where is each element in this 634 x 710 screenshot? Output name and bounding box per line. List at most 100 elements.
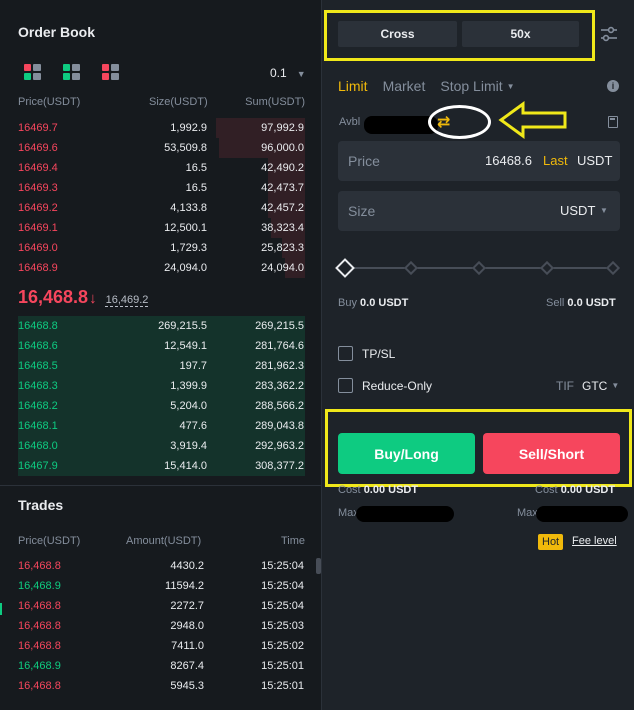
cell-sum: 25,823.3 <box>261 242 304 254</box>
trade-row[interactable]: 16,468.8 5945.3 15:25:01 <box>0 676 321 696</box>
tab-stop-limit-label: Stop Limit <box>440 78 503 94</box>
cell-price: 16468.8 <box>18 320 58 332</box>
margin-mode-button[interactable]: Cross <box>338 21 457 47</box>
calculator-icon[interactable] <box>608 116 618 128</box>
chevron-down-icon: ▼ <box>611 381 620 390</box>
cell-price: 16469.0 <box>18 242 58 254</box>
bids-only-view-icon[interactable] <box>63 64 80 80</box>
cell-price: 16468.2 <box>18 400 58 412</box>
redacted-max-buy <box>356 506 454 522</box>
tab-limit[interactable]: Limit <box>338 78 368 94</box>
cell-amount: 269,215.5 <box>158 320 207 332</box>
cost-buy-label: Cost <box>338 484 361 496</box>
bid-row[interactable]: 16468.5 197.7 281,962.3 <box>0 356 321 376</box>
last-price-button[interactable]: Last <box>543 153 568 168</box>
cell-amount: 4430.2 <box>170 560 204 572</box>
cell-sum: 38,323.4 <box>261 222 304 234</box>
order-type-tabs: Limit Market Stop Limit ▼ <box>338 78 515 94</box>
settings-sliders-icon[interactable] <box>600 26 618 42</box>
trade-row[interactable]: 16,468.8 7411.0 15:25:02 <box>0 636 321 656</box>
cell-price: 16468.6 <box>18 340 58 352</box>
bid-row[interactable]: 16468.1 477.6 289,043.8 <box>0 416 321 436</box>
size-field[interactable]: Size USDT ▼ <box>338 191 620 231</box>
bid-row[interactable]: 16468.2 5,204.0 288,566.2 <box>0 396 321 416</box>
tick-size-select[interactable]: 0.1 ▼ <box>270 66 306 80</box>
ask-row[interactable]: 16469.4 16.5 42,490.2 <box>0 158 321 178</box>
cell-price: 16,468.8 <box>18 560 61 572</box>
bid-row[interactable]: 16468.8 269,215.5 269,215.5 <box>0 316 321 336</box>
tab-market[interactable]: Market <box>383 78 426 94</box>
bid-row[interactable]: 16468.0 3,919.4 292,963.2 <box>0 436 321 456</box>
info-icon[interactable]: i <box>607 80 619 92</box>
ask-row[interactable]: 16469.0 1,729.3 25,823.3 <box>0 238 321 258</box>
cell-sum: 281,764.6 <box>255 340 304 352</box>
bid-row[interactable]: 16468.3 1,399.9 283,362.2 <box>0 376 321 396</box>
cell-sum: 15:25:04 <box>261 560 304 572</box>
both-sides-view-icon[interactable] <box>24 64 41 80</box>
cell-amount: 197.7 <box>179 360 207 372</box>
tab-stop-limit[interactable]: Stop Limit ▼ <box>440 78 514 94</box>
ask-row[interactable]: 16468.9 24,094.0 24,094.0 <box>0 258 321 278</box>
fee-level-link[interactable]: Fee level <box>572 535 617 547</box>
size-unit-select[interactable]: USDT <box>560 203 595 218</box>
leverage-button[interactable]: 50x <box>462 21 579 47</box>
bid-row[interactable]: 16467.9 15,414.0 308,377.2 <box>0 456 321 476</box>
sell-amount: Sell 0.0 USDT <box>546 297 616 309</box>
cell-price: 16468.0 <box>18 440 58 452</box>
reduce-only-checkbox[interactable] <box>338 378 353 393</box>
ask-row[interactable]: 16469.2 4,133.8 42,457.2 <box>0 198 321 218</box>
cell-amount: 7411.0 <box>171 640 204 652</box>
trade-row[interactable]: 16,468.8 2948.0 15:25:03 <box>0 616 321 636</box>
cell-amount: 11594.2 <box>165 580 204 592</box>
cost-sell-value: 0.00 USDT <box>560 484 616 496</box>
divider <box>0 485 321 486</box>
bid-row[interactable]: 16468.6 12,549.1 281,764.6 <box>0 336 321 356</box>
buy-amount-label: Buy <box>338 297 357 309</box>
cell-price: 16469.7 <box>18 122 58 134</box>
ask-row[interactable]: 16469.3 16.5 42,473.7 <box>0 178 321 198</box>
mark-price[interactable]: 16,469.2 <box>106 294 149 306</box>
size-field-label: Size <box>348 203 376 219</box>
cell-price: 16,468.8 <box>18 680 61 692</box>
trade-amount-header: Amount(USDT) <box>126 535 202 547</box>
price-field[interactable]: Price 16468.6 Last USDT <box>338 141 620 181</box>
cell-amount: 4,133.8 <box>170 202 207 214</box>
cell-sum: 15:25:02 <box>261 640 304 652</box>
ask-row[interactable]: 16469.1 12,500.1 38,323.4 <box>0 218 321 238</box>
cell-amount: 8267.4 <box>170 660 204 672</box>
trade-row[interactable]: 16,468.8 2272.7 15:25:04 <box>0 596 321 616</box>
tif-select[interactable]: GTC ▼ <box>582 379 619 393</box>
sell-short-button[interactable]: Sell/Short <box>483 433 620 474</box>
ask-row[interactable]: 16469.6 53,509.8 96,000.0 <box>0 138 321 158</box>
cell-price: 16469.2 <box>18 202 58 214</box>
cell-amount: 1,399.9 <box>170 380 207 392</box>
cell-price: 16467.9 <box>18 460 58 472</box>
cell-price: 16468.5 <box>18 360 58 372</box>
tpsl-label: TP/SL <box>362 347 396 361</box>
ask-row[interactable]: 16469.7 1,992.9 97,992.9 <box>0 118 321 138</box>
cell-sum: 42,473.7 <box>261 182 304 194</box>
asks-list: 16469.7 1,992.9 97,992.9 16469.6 53,509.8 96,… <box>0 118 321 278</box>
trade-row[interactable]: 16,468.8 4430.2 15:25:04 <box>0 556 321 576</box>
tpsl-checkbox[interactable] <box>338 346 353 361</box>
annotation-circle <box>428 105 491 139</box>
cell-sum: 15:25:03 <box>261 620 304 632</box>
buy-long-button[interactable]: Buy/Long <box>338 433 475 474</box>
asks-only-view-icon[interactable] <box>102 64 119 80</box>
cell-price: 16,468.8 <box>18 620 61 632</box>
redacted-max-sell <box>536 506 628 522</box>
trades-title: Trades <box>18 497 64 513</box>
trade-row[interactable]: 16,468.9 11594.2 15:25:04 <box>0 576 321 596</box>
sum-header: Sum(USDT) <box>245 96 305 108</box>
cell-price: 16468.1 <box>18 420 58 432</box>
chevron-down-icon: ▼ <box>296 69 306 79</box>
cell-sum: 292,963.2 <box>255 440 304 452</box>
trade-row[interactable]: 16,468.9 8267.4 15:25:01 <box>0 656 321 676</box>
cell-amount: 5,204.0 <box>170 400 207 412</box>
order-book-panel: Order Book 0.1 ▼ Price(USDT) Size(USDT) S… <box>0 0 322 710</box>
hot-badge: Hot <box>538 534 564 550</box>
cell-sum: 42,490.2 <box>261 162 304 174</box>
bids-list: 16468.8 269,215.5 269,215.5 16468.6 12,549.1… <box>0 316 321 476</box>
cell-sum: 96,000.0 <box>261 142 304 154</box>
cell-amount: 3,919.4 <box>170 440 207 452</box>
